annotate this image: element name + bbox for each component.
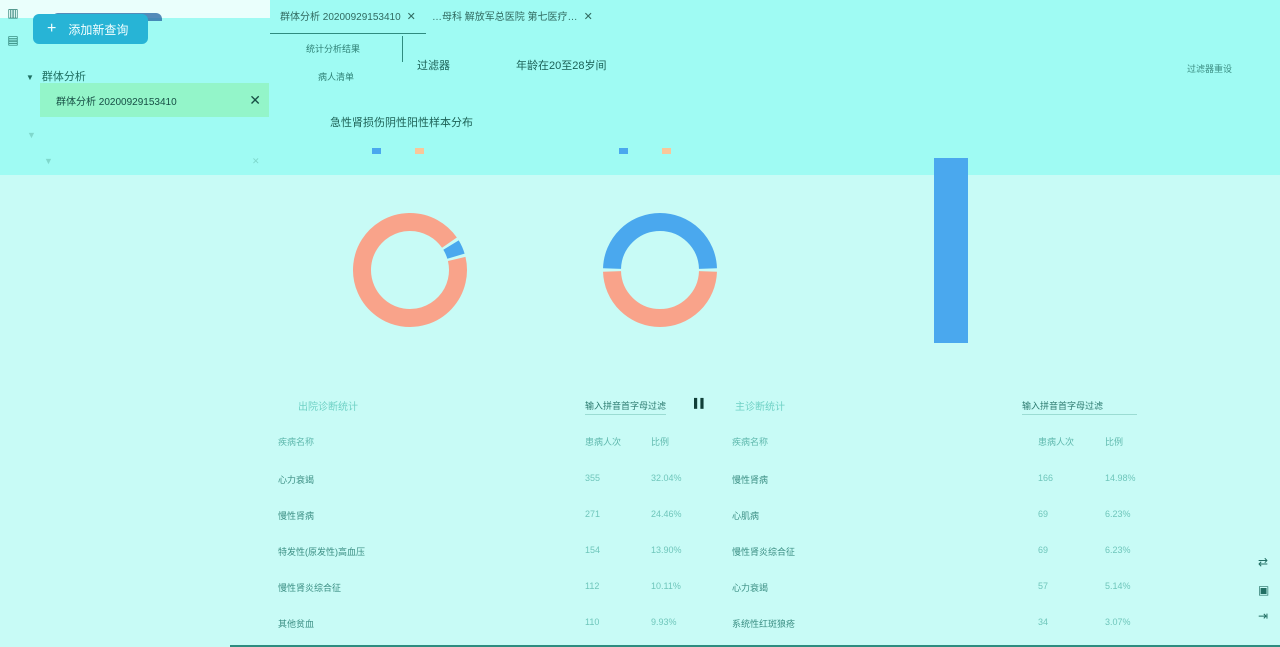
text-cursor-icon: ▌▌: [694, 398, 707, 408]
subtab-divider: [402, 36, 403, 62]
table-title-discharge: 出院诊断统计: [298, 402, 358, 413]
caret-down-icon: ▼: [26, 73, 34, 82]
search-input-left[interactable]: 输入拼音首字母过滤: [585, 399, 667, 415]
close-icon[interactable]: ✕: [249, 92, 261, 109]
table-title-main: 主诊断统计: [735, 402, 785, 413]
left-rail: ▥ ▤: [0, 0, 24, 647]
legend-swatch-negative: [619, 148, 628, 154]
table-cell-name: 慢性肾炎综合征: [732, 547, 796, 557]
filter-reset-link[interactable]: 过滤器重设: [1187, 62, 1232, 75]
bar-chart-icon[interactable]: ▥: [6, 6, 20, 20]
table-cell-ratio: 6.23%: [1105, 509, 1131, 519]
translate-icon[interactable]: ⇄: [1258, 555, 1268, 569]
legend-swatch-positive: [662, 148, 671, 154]
table-header-cell[interactable]: 疾病名称: [278, 435, 314, 448]
table-cell-name: 心力衰竭: [732, 583, 769, 593]
caret-down-icon[interactable]: ▼: [27, 130, 36, 140]
table-cell-ratio: 24.46%: [651, 509, 682, 519]
close-icon[interactable]: ✕: [252, 156, 260, 167]
donut-chart-1[interactable]: [340, 200, 480, 340]
table-cell-name: 心肌病: [732, 511, 760, 521]
table-cell-count: 69: [1038, 545, 1049, 555]
tab-underline: [270, 33, 426, 34]
tab-cohort-analysis[interactable]: 群体分析 20200929153410 ✕: [280, 8, 416, 23]
table-header-cell[interactable]: 疾病名称: [732, 435, 768, 448]
add-query-label: 添加新查询: [68, 22, 129, 37]
bar-0[interactable]: [934, 158, 968, 343]
add-query-button[interactable]: + 添加新查询: [33, 14, 148, 44]
donut-slice-0[interactable]: [353, 213, 467, 327]
tab-label: …母科 解放军总医院 第七医疗…: [432, 12, 578, 23]
table-cell-count: 271: [585, 509, 601, 519]
logout-icon[interactable]: ⇥: [1258, 609, 1268, 623]
table-cell-count: 355: [585, 473, 601, 483]
table-cell-name: 慢性肾炎综合征: [278, 583, 342, 593]
tree-group-cohort[interactable]: ▼ 群体分析: [26, 68, 86, 84]
table-cell-ratio: 13.90%: [651, 545, 682, 555]
legend-swatch-negative: [372, 148, 381, 154]
donut-slice-0[interactable]: [603, 270, 717, 327]
table-cell-count: 57: [1038, 581, 1049, 591]
caret-down-icon[interactable]: ▼: [44, 156, 53, 166]
table-icon[interactable]: ▤: [6, 33, 20, 47]
table-cell-count: 34: [1038, 617, 1049, 627]
table-cell-ratio: 32.04%: [651, 473, 682, 483]
table-cell-ratio: 9.93%: [651, 617, 677, 627]
search-input-right[interactable]: 输入拼音首字母过滤: [1022, 399, 1137, 415]
table-cell-name: 慢性肾病: [278, 511, 315, 521]
bar-chart-3[interactable]: [820, 158, 1200, 358]
tree-group-label: 群体分析: [41, 71, 86, 83]
table-cell-ratio: 5.14%: [1105, 581, 1131, 591]
close-icon[interactable]: ✕: [584, 11, 593, 23]
filter-value[interactable]: 年龄在20至28岁间: [516, 57, 606, 73]
table-header-cell[interactable]: 患病人次: [1038, 435, 1074, 448]
table-header-cell[interactable]: 比例: [651, 435, 669, 448]
table-cell-ratio: 10.11%: [651, 581, 681, 591]
chart-legend[interactable]: [619, 148, 671, 154]
table-cell-name: 慢性肾病: [732, 475, 769, 485]
subtab-patients[interactable]: 病人清单: [318, 70, 354, 83]
table-cell-count: 154: [585, 545, 601, 555]
table-cell-ratio: 14.98%: [1105, 473, 1136, 483]
close-icon[interactable]: ✕: [407, 11, 416, 23]
tree-item-active[interactable]: 群体分析 20200929153410 ✕: [40, 83, 269, 117]
user-icon[interactable]: ▣: [1258, 583, 1269, 597]
table-cell-ratio: 3.07%: [1105, 617, 1131, 627]
table-cell-count: 112: [585, 581, 600, 591]
table-header-cell[interactable]: 患病人次: [585, 435, 621, 448]
donut-slice-1[interactable]: [603, 213, 717, 270]
tree-item-label: 群体分析 20200929153410: [56, 96, 177, 108]
table-cell-ratio: 6.23%: [1105, 545, 1131, 555]
legend-swatch-positive: [415, 148, 424, 154]
donut-chart-2[interactable]: [590, 200, 730, 340]
tab-label: 群体分析 20200929153410: [280, 12, 401, 23]
table-cell-count: 110: [585, 617, 600, 627]
chart-title-aki: 急性肾损伤阴性阳性样本分布: [330, 117, 473, 129]
plus-icon: +: [47, 20, 57, 37]
tab-hospital[interactable]: …母科 解放军总医院 第七医疗… ✕: [432, 8, 593, 23]
table-cell-name: 系统性红斑狼疮: [732, 619, 796, 629]
table-cell-count: 69: [1038, 509, 1049, 519]
table-cell-name: 特发性(原发性)高血压: [278, 547, 365, 557]
donut-slice-1[interactable]: [443, 240, 465, 260]
table-header-cell[interactable]: 比例: [1105, 435, 1123, 448]
table-cell-name: 其他贫血: [278, 619, 315, 629]
filter-label: 过滤器: [417, 60, 450, 72]
subtab-stats[interactable]: 统计分析结果: [306, 42, 360, 55]
chart-legend[interactable]: [372, 148, 424, 154]
table-cell-name: 心力衰竭: [278, 475, 315, 485]
table-cell-count: 166: [1038, 473, 1054, 483]
